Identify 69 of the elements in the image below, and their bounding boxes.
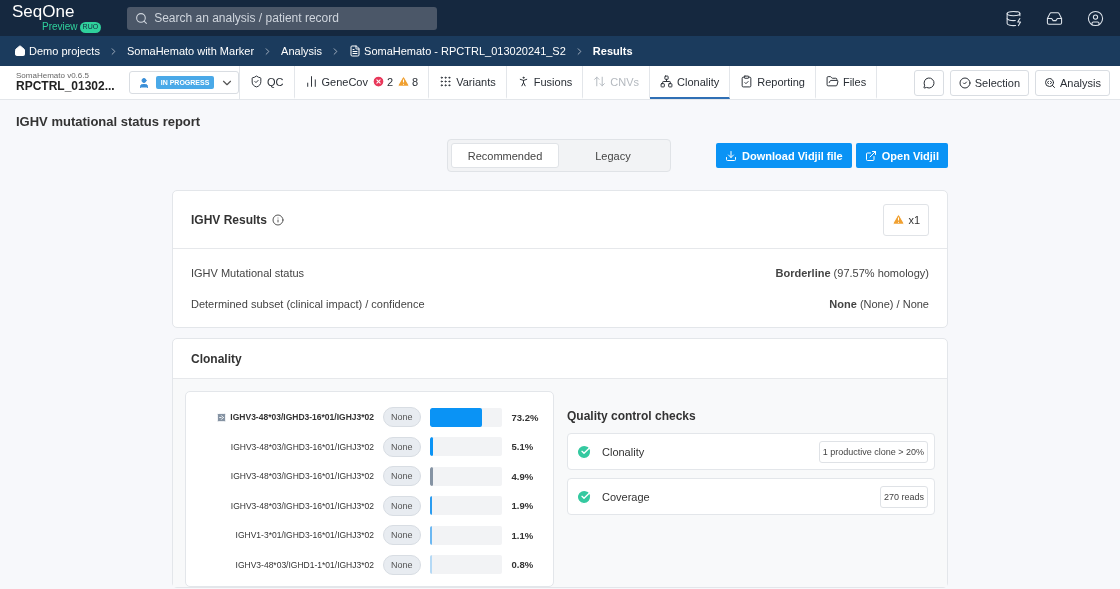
breadcrumb-link[interactable]: Demo projects — [14, 45, 100, 57]
percentage: 1.9% — [511, 500, 534, 512]
clone-name: IGHV3-48*03/IGHD3-16*01/IGHJ3*02 — [229, 500, 374, 511]
percentage: 0.8% — [511, 559, 534, 571]
tag: None — [383, 554, 421, 575]
inbox-icon[interactable] — [1046, 9, 1063, 27]
tag: None — [383, 525, 421, 546]
speech-bubble-icon — [922, 76, 935, 89]
warning-icon — [397, 75, 411, 88]
breadcrumb-link[interactable]: SomaHemato with Marker — [126, 45, 255, 57]
account-icon[interactable] — [1087, 9, 1104, 27]
warning-icon — [892, 213, 906, 226]
toggle-option[interactable]: Legacy — [559, 143, 667, 168]
field-value: Borderline (97.57% homology) — [775, 266, 929, 279]
breadcrumb-link[interactable]: Results — [592, 45, 633, 57]
magnifier-icon — [1044, 76, 1057, 89]
tab[interactable]: Clonality — [650, 66, 731, 99]
action-button[interactable]: Analysis — [1035, 69, 1110, 96]
check-label: Coverage — [602, 490, 650, 503]
bar-chart-icon — [304, 75, 318, 88]
page-title: IGHV mutational status report — [16, 114, 202, 129]
folder-icon — [825, 75, 839, 88]
error-count: 2 — [387, 75, 394, 88]
clone-name: IGHV3-48*03/IGHD3-16*01/IGHJ3*02 — [229, 441, 374, 452]
download-icon — [725, 149, 738, 162]
check-label: Clonality — [602, 445, 645, 458]
analysis-name: RPCTRL_01302... — [16, 80, 115, 94]
tag: None — [383, 495, 421, 516]
tag: None — [383, 436, 421, 457]
warning-badge: x1 — [883, 203, 929, 236]
error-icon — [372, 75, 385, 88]
clone-name: IGHV1-3*01/IGHD3-16*01/IGHJ3*02 — [234, 530, 374, 541]
percentage: 5.1% — [511, 441, 534, 453]
search-icon — [135, 11, 149, 25]
tag: None — [383, 407, 421, 428]
check-value: 1 productive clone > 20% — [818, 440, 928, 463]
clone-name: IGHV3-48*03/IGHD3-16*01/IGHJ3*02 — [229, 471, 374, 482]
action-button[interactable]: Selection — [949, 69, 1030, 96]
clipboard-check-icon — [740, 75, 754, 88]
section-title: Quality control checks — [567, 409, 697, 423]
up-down-arrows-icon — [593, 75, 607, 88]
field-label: Determined subset (clinical impact) / confidence — [191, 297, 425, 310]
info-icon[interactable] — [272, 213, 285, 226]
breadcrumb-link[interactable]: Analysis — [281, 45, 323, 57]
network-icon — [660, 75, 674, 88]
search-field[interactable]: Search an analysis / patient record — [127, 6, 438, 30]
warning-count: 8 — [412, 75, 419, 88]
check-value: 270 reads — [879, 485, 928, 508]
percentage: 73.2% — [511, 411, 539, 423]
home-icon — [14, 45, 26, 57]
toggle-option[interactable]: Recommended — [451, 143, 559, 168]
breadcrumb-link[interactable]: SomaHemato - RPCTRL_013020241_S2 — [349, 45, 566, 57]
comment-button[interactable] — [913, 69, 944, 96]
document-icon — [349, 45, 362, 57]
percentage: 4.9% — [511, 470, 534, 482]
check-circle-icon — [958, 76, 971, 89]
external-link-icon — [864, 149, 877, 162]
pipeline-version: SomaHemato v0.6.5 — [16, 71, 90, 81]
clone-name: IGHV3-48*03/IGHD3-16*01/IGHJ3*02 — [186, 411, 374, 423]
shield-check-icon — [250, 75, 263, 88]
dots-icon — [439, 75, 453, 88]
field-value: None (None) / None — [829, 297, 929, 310]
clone-name: IGHV3-48*03/IGHD1-1*01/IGHJ3*02 — [234, 559, 374, 570]
field-label: IGHV Mutational status — [191, 266, 305, 279]
card-title: Clonality — [191, 351, 242, 366]
card-title: IGHV Results — [191, 212, 268, 227]
tag: None — [383, 466, 421, 487]
user-icon — [137, 76, 150, 89]
percentage: 1.1% — [511, 529, 534, 541]
